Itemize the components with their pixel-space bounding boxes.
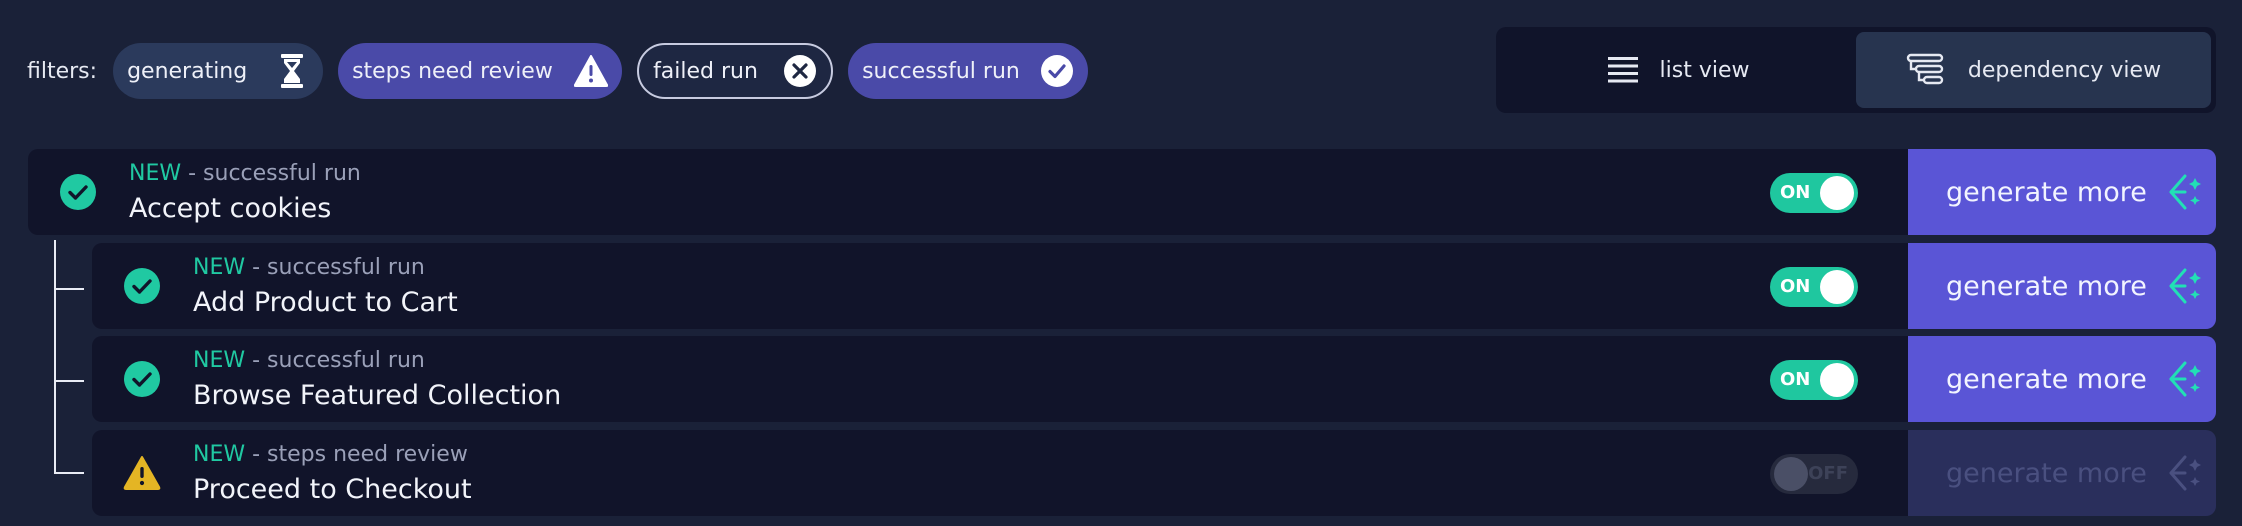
toggle-knob	[1774, 457, 1808, 491]
row-status-line: NEW - successful run	[193, 253, 458, 283]
filter-chip-successful-run[interactable]: successful run	[848, 43, 1089, 99]
warning-icon	[123, 454, 161, 492]
check-circle-icon	[123, 267, 161, 305]
generate-more-button[interactable]: generate more	[1908, 243, 2216, 329]
row-text: NEW - steps need review Proceed to Check…	[193, 440, 472, 508]
new-badge: NEW	[193, 442, 246, 467]
tree-connector	[54, 380, 84, 382]
sparkle-branch-icon	[2165, 172, 2205, 212]
generate-more-label: generate more	[1946, 270, 2147, 302]
view-toggle: list view dependency view	[1496, 27, 2216, 113]
chip-label: successful run	[862, 58, 1020, 84]
tree-connector	[54, 472, 84, 474]
row-title: Proceed to Checkout	[193, 474, 472, 505]
row-status-line: NEW - steps need review	[193, 440, 472, 470]
x-circle-icon	[783, 54, 817, 88]
check-circle-icon	[59, 173, 97, 211]
list-view-label: list view	[1659, 57, 1750, 83]
tree-connector	[54, 288, 84, 290]
chip-label: generating	[127, 58, 248, 84]
dependency-view-label: dependency view	[1967, 57, 2162, 83]
test-row-main[interactable]: NEW - steps need review Proceed to Check…	[92, 430, 1908, 516]
test-row-main[interactable]: NEW - successful run Browse Featured Col…	[92, 336, 1908, 422]
enable-toggle[interactable]: ON	[1770, 173, 1858, 213]
filter-chip-generating[interactable]: generating	[113, 43, 324, 99]
toggle-knob	[1820, 363, 1854, 397]
row-text: NEW - successful run Browse Featured Col…	[193, 346, 561, 414]
enable-toggle[interactable]: OFF	[1770, 454, 1858, 494]
chip-label: steps need review	[352, 58, 553, 84]
check-circle-icon	[1040, 54, 1074, 88]
row-status-line: NEW - successful run	[129, 159, 361, 189]
row-status: - successful run	[181, 161, 361, 186]
test-row-main[interactable]: NEW - successful run Accept cookies ON	[28, 149, 1908, 235]
toggle-label: OFF	[1808, 463, 1848, 484]
enable-toggle[interactable]: ON	[1770, 360, 1858, 400]
list-icon	[1607, 57, 1638, 83]
test-row-main[interactable]: NEW - successful run Add Product to Cart…	[92, 243, 1908, 329]
filter-chip-failed-run[interactable]: failed run	[637, 43, 834, 99]
filters-label: filters:	[27, 58, 98, 84]
row-status-line: NEW - successful run	[193, 346, 561, 376]
generate-more-button[interactable]: generate more	[1908, 336, 2216, 422]
row-text: NEW - successful run Accept cookies	[129, 159, 361, 227]
filter-chip-steps-need-review[interactable]: steps need review	[338, 43, 623, 99]
toggle-knob	[1820, 270, 1854, 304]
warning-icon	[574, 54, 609, 88]
chip-label: failed run	[653, 58, 758, 84]
enable-toggle[interactable]: ON	[1770, 267, 1858, 307]
test-row[interactable]: NEW - successful run Accept cookies ON g…	[28, 149, 2216, 235]
test-row[interactable]: NEW - successful run Add Product to Cart…	[92, 243, 2216, 329]
toggle-knob	[1820, 176, 1854, 210]
generate-more-label: generate more	[1946, 176, 2147, 208]
dependency-view-button[interactable]: dependency view	[1856, 32, 2211, 108]
list-view-button[interactable]: list view	[1501, 32, 1856, 108]
check-circle-icon	[123, 360, 161, 398]
hourglass-icon	[275, 54, 309, 88]
row-title: Accept cookies	[129, 193, 332, 224]
tree-connector	[54, 240, 56, 472]
row-title: Add Product to Cart	[193, 287, 458, 318]
generate-more-label: generate more	[1946, 457, 2147, 489]
row-title: Browse Featured Collection	[193, 380, 562, 411]
test-row[interactable]: NEW - successful run Browse Featured Col…	[92, 336, 2216, 422]
sparkle-branch-icon	[2165, 453, 2205, 493]
row-status: - successful run	[245, 255, 425, 280]
filter-bar: filters: generating steps need review fa…	[27, 43, 1103, 99]
sparkle-branch-icon	[2165, 266, 2205, 306]
toggle-label: ON	[1780, 182, 1811, 203]
row-text: NEW - successful run Add Product to Cart	[193, 253, 458, 321]
dependency-tree-icon	[1906, 53, 1946, 87]
toggle-label: ON	[1780, 369, 1811, 390]
generate-more-button[interactable]: generate more	[1908, 430, 2216, 516]
sparkle-branch-icon	[2165, 359, 2205, 399]
generate-more-button[interactable]: generate more	[1908, 149, 2216, 235]
generate-more-label: generate more	[1946, 363, 2147, 395]
toggle-label: ON	[1780, 276, 1811, 297]
row-status: - steps need review	[245, 442, 468, 467]
new-badge: NEW	[193, 348, 246, 373]
test-row[interactable]: NEW - steps need review Proceed to Check…	[92, 430, 2216, 516]
new-badge: NEW	[129, 161, 182, 186]
new-badge: NEW	[193, 255, 246, 280]
row-status: - successful run	[245, 348, 425, 373]
